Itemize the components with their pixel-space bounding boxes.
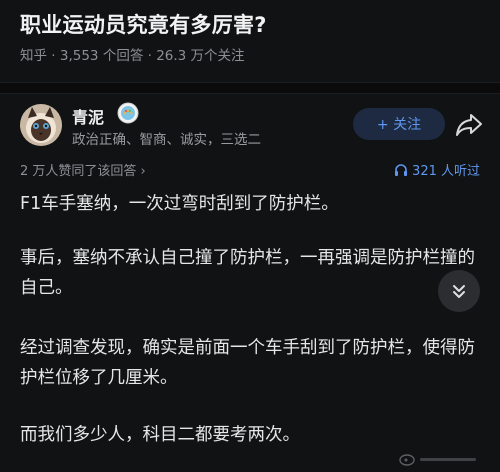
question-title[interactable]: 职业运动员究竟有多厉害? (20, 9, 267, 39)
answer-paragraph: 而我们多少人，科目二都要考两次。 (20, 425, 300, 445)
author-name[interactable]: 青泥 (72, 104, 104, 128)
author-bio: 政治正确、智商、诚实，三选二 (72, 132, 261, 148)
source-label: 知乎 (20, 48, 47, 64)
upvote-count[interactable]: 2 万人赞同了该回答 › (20, 160, 146, 179)
chevron-right-icon: › (140, 164, 146, 179)
follow-button-label: + 关注 (376, 117, 422, 133)
answer-paragraph: 经过调查发现，确实是前面一个车手刮到了防护栏，使得防护栏位移了几厘米。 (20, 338, 475, 388)
follow-button[interactable]: + 关注 (353, 108, 445, 140)
answers-count[interactable]: 3,553 个回答 (60, 48, 143, 64)
cat-avatar-image (20, 104, 62, 146)
question-meta: 知乎 · 3,553 个回答 · 26.3 万个关注 (20, 44, 245, 64)
weibo-watermark-icon (399, 454, 476, 466)
chevron-double-down-icon (453, 285, 465, 298)
upvote-text: 2 万人赞同了该回答 (20, 164, 137, 179)
listen-count[interactable]: 321 人听过 (394, 160, 480, 179)
headphones-icon (395, 163, 408, 176)
listen-count-text: 321 人听过 (412, 164, 480, 179)
share-icon[interactable] (455, 112, 483, 138)
badge-icon (117, 102, 139, 124)
meta-separator: · (47, 48, 60, 64)
answer-paragraph: 事后，塞纳不承认自己撞了防护栏，一再强调是防护栏撞的自己。 (20, 248, 475, 298)
answer-paragraph: F1车手塞纳，一次过弯时刮到了防护栏。 (20, 194, 339, 214)
meta-separator: · (143, 48, 157, 64)
watermark-logo (398, 450, 482, 471)
followers-count: 26.3 万个关注 (156, 48, 245, 64)
section-divider (0, 82, 500, 94)
collapse-button[interactable] (438, 270, 480, 312)
avatar[interactable] (20, 104, 62, 146)
